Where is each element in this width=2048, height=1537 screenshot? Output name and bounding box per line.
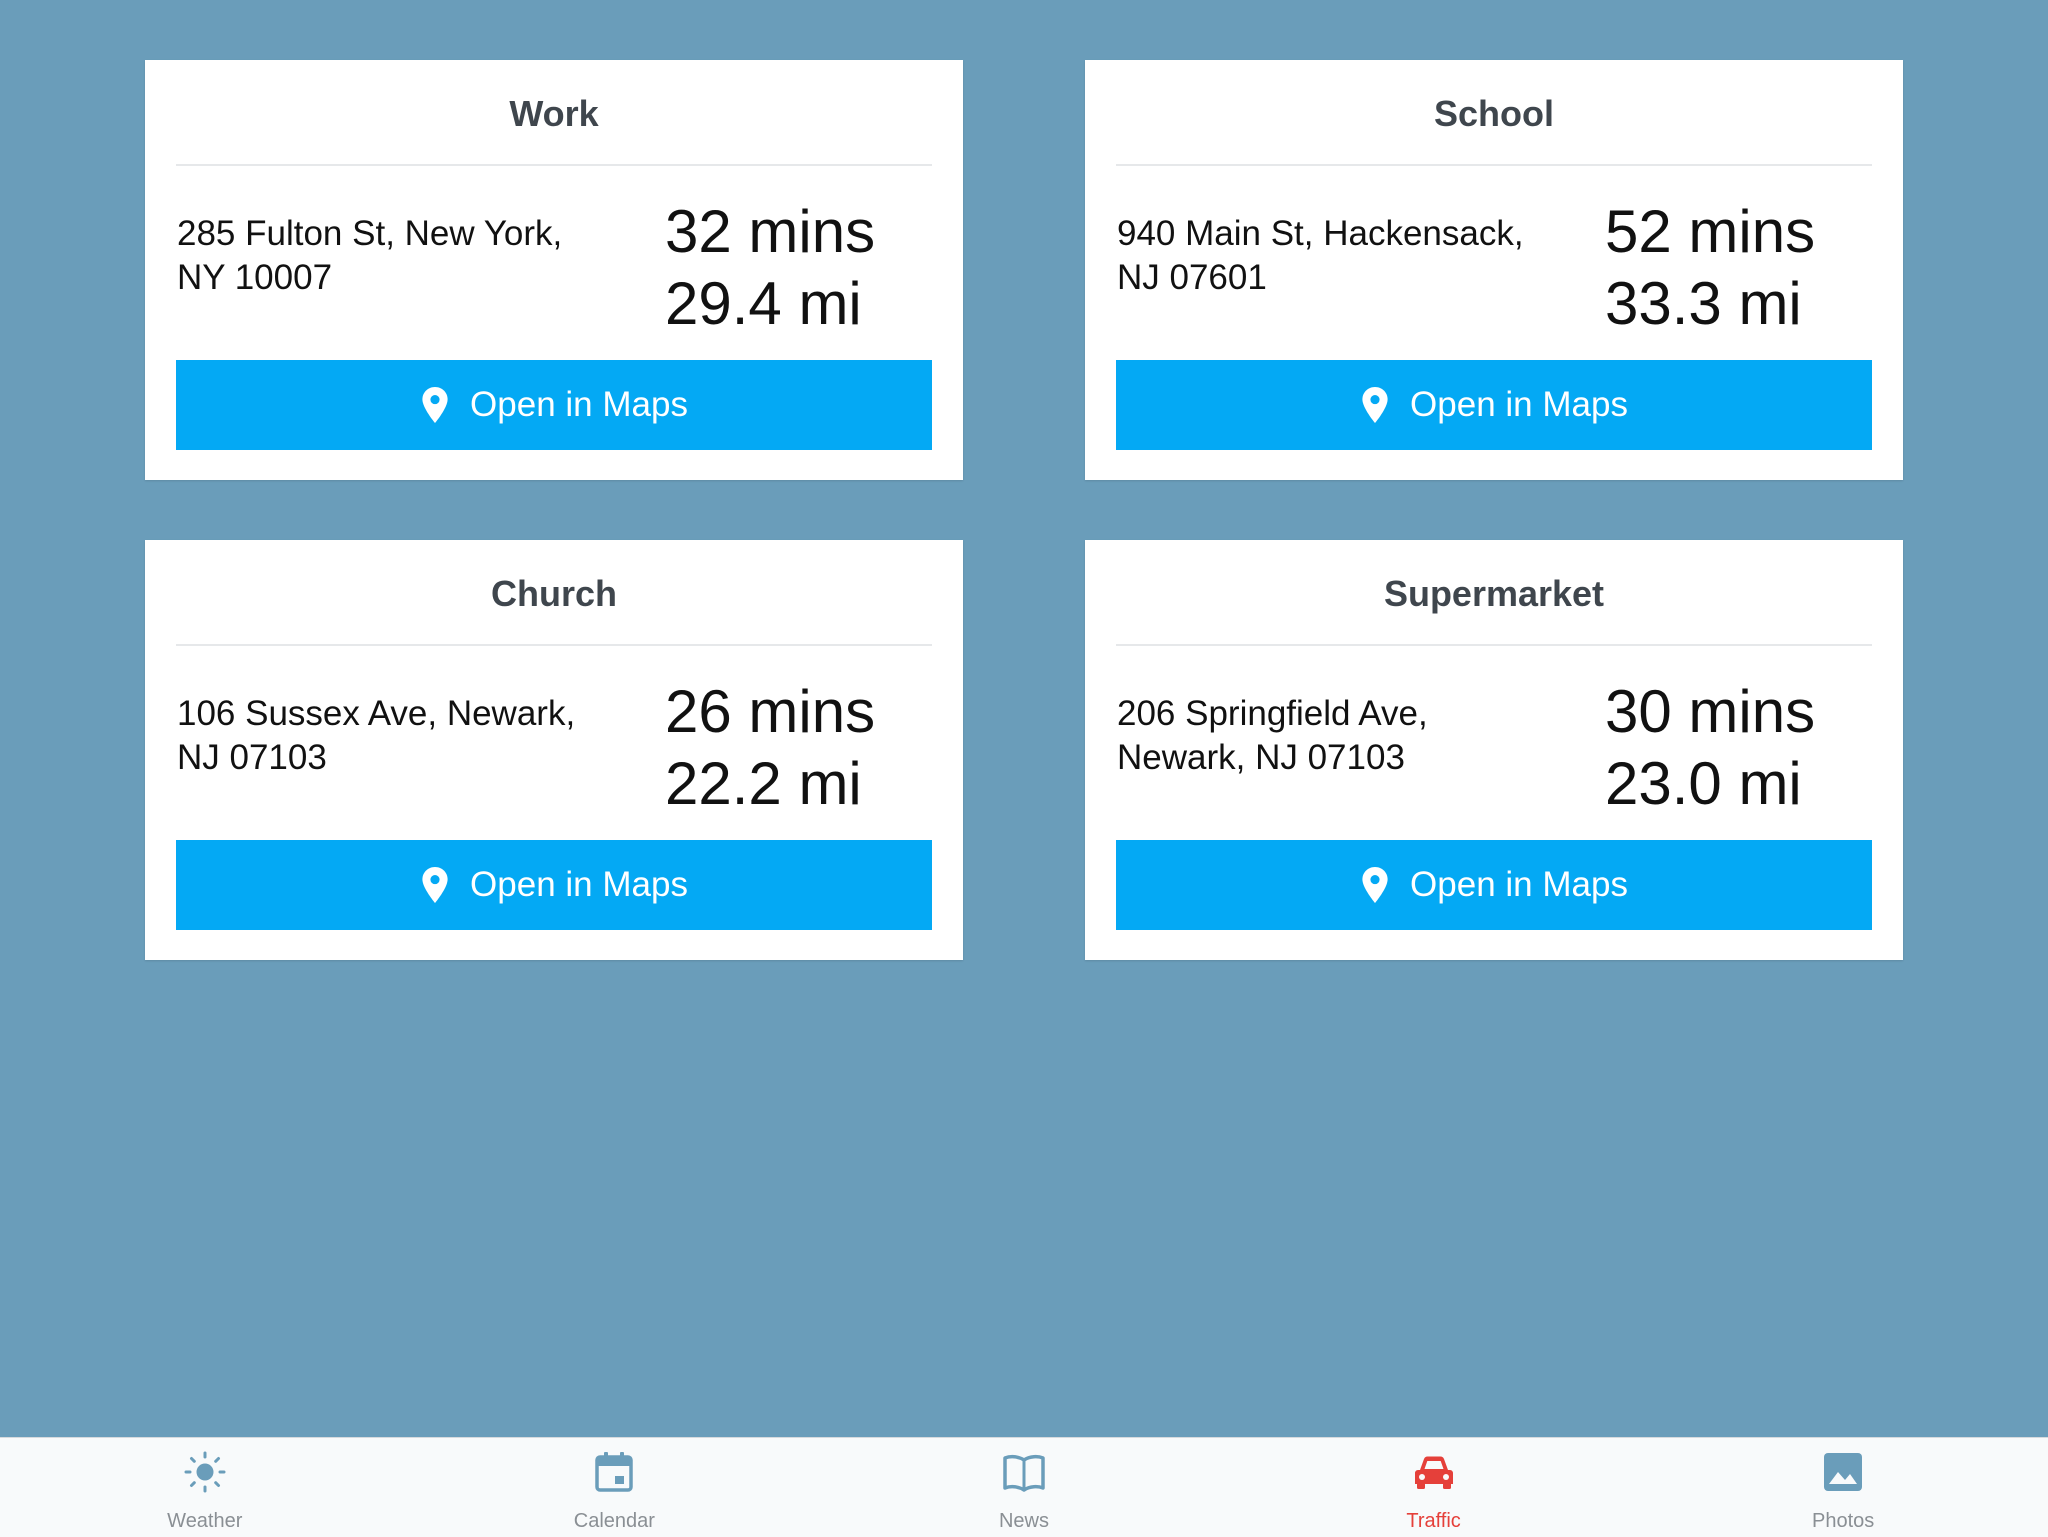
card-title: School xyxy=(1116,60,1872,166)
travel-stats: 26 mins 22.2 mi xyxy=(665,676,875,820)
calendar-icon xyxy=(595,1452,634,1492)
open-in-maps-label: Open in Maps xyxy=(1410,865,1628,904)
book-icon xyxy=(1003,1454,1045,1492)
travel-distance: 22.2 mi xyxy=(665,750,862,817)
destination-card-school: School 940 Main St, Hackensack, NJ 07601… xyxy=(1085,60,1903,480)
tab-news[interactable]: News xyxy=(819,1438,1229,1537)
map-pin-icon xyxy=(422,387,448,423)
travel-time: 32 mins xyxy=(665,198,876,265)
tab-traffic[interactable]: Traffic xyxy=(1229,1438,1639,1537)
travel-distance: 23.0 mi xyxy=(1605,750,1802,817)
destination-card-church: Church 106 Sussex Ave, Newark, NJ 07103 … xyxy=(145,540,963,960)
destination-address: 940 Main St, Hackensack, NJ 07601 xyxy=(1117,214,1524,297)
travel-stats: 52 mins 33.3 mi xyxy=(1605,196,1815,340)
open-in-maps-button[interactable]: Open in Maps xyxy=(1116,360,1872,450)
destination-address: 106 Sussex Ave, Newark, NJ 07103 xyxy=(177,694,576,777)
travel-distance: 33.3 mi xyxy=(1605,270,1802,337)
map-pin-icon xyxy=(422,867,448,903)
tab-label: News xyxy=(998,1510,1049,1532)
destination-address: 285 Fulton St, New York, NY 10007 xyxy=(177,214,563,297)
tab-weather[interactable]: Weather xyxy=(0,1438,410,1537)
tab-bar: Weather Calendar News Traffic Photos xyxy=(0,1437,2048,1537)
travel-distance: 29.4 mi xyxy=(665,270,862,337)
card-body: 206 Springfield Ave, Newark, NJ 07103 30… xyxy=(1116,646,1872,840)
destination-cards: Work 285 Fulton St, New York, NY 10007 3… xyxy=(145,60,1903,960)
card-body: 106 Sussex Ave, Newark, NJ 07103 26 mins… xyxy=(176,646,932,840)
travel-stats: 32 mins 29.4 mi xyxy=(665,196,875,340)
sun-icon xyxy=(184,1451,226,1493)
card-title: Work xyxy=(176,60,932,166)
card-title: Church xyxy=(176,540,932,646)
tab-label: Traffic xyxy=(1406,1510,1461,1532)
card-body: 285 Fulton St, New York, NY 10007 32 min… xyxy=(176,166,932,360)
open-in-maps-button[interactable]: Open in Maps xyxy=(176,360,932,450)
card-title: Supermarket xyxy=(1116,540,1872,646)
travel-time: 26 mins xyxy=(665,678,876,745)
tab-calendar[interactable]: Calendar xyxy=(410,1438,820,1537)
tab-photos[interactable]: Photos xyxy=(1638,1438,2048,1537)
destination-address: 206 Springfield Ave, Newark, NJ 07103 xyxy=(1117,694,1428,777)
open-in-maps-label: Open in Maps xyxy=(470,865,688,904)
tab-label: Weather xyxy=(167,1510,243,1532)
open-in-maps-button[interactable]: Open in Maps xyxy=(176,840,932,930)
open-in-maps-label: Open in Maps xyxy=(1410,385,1628,424)
destination-card-work: Work 285 Fulton St, New York, NY 10007 3… xyxy=(145,60,963,480)
card-body: 940 Main St, Hackensack, NJ 07601 52 min… xyxy=(1116,166,1872,360)
tab-label: Photos xyxy=(1812,1510,1875,1532)
open-in-maps-label: Open in Maps xyxy=(470,385,688,424)
map-pin-icon xyxy=(1362,867,1388,903)
image-icon xyxy=(1824,1453,1863,1491)
travel-time: 30 mins xyxy=(1605,678,1816,745)
car-icon xyxy=(1414,1456,1453,1489)
destination-card-supermarket: Supermarket 206 Springfield Ave, Newark,… xyxy=(1085,540,1903,960)
tab-label: Calendar xyxy=(573,1510,655,1532)
map-pin-icon xyxy=(1362,387,1388,423)
open-in-maps-button[interactable]: Open in Maps xyxy=(1116,840,1872,930)
travel-time: 52 mins xyxy=(1605,198,1816,265)
travel-stats: 30 mins 23.0 mi xyxy=(1605,676,1815,820)
